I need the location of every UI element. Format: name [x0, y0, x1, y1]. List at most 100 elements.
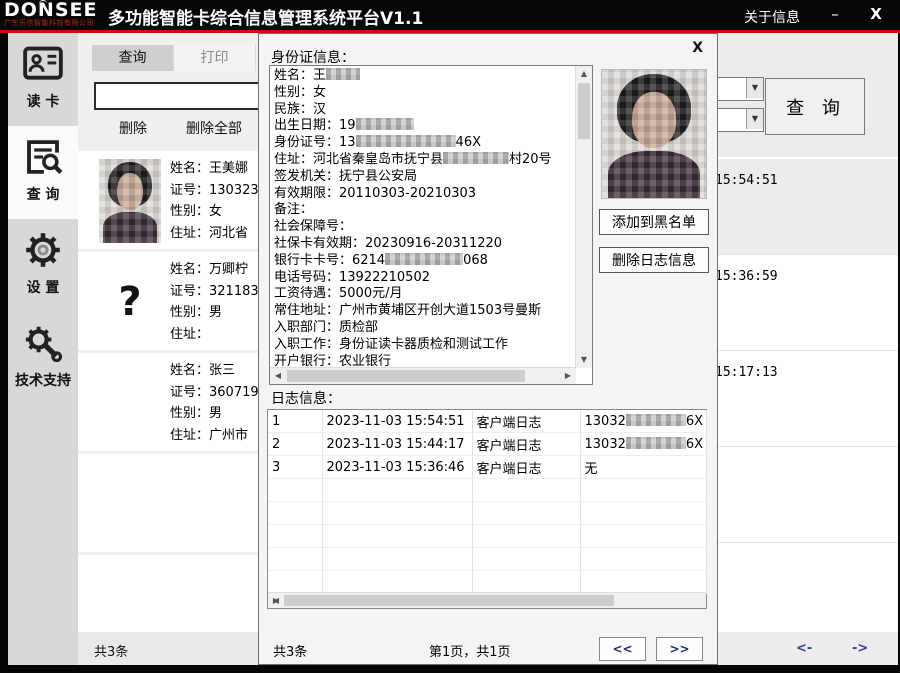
- prev-page-button[interactable]: <<: [599, 637, 646, 661]
- side-log-time: 15:54:51: [718, 173, 778, 188]
- about-menu-item[interactable]: 关于信息: [744, 7, 800, 27]
- no-photo-placeholder: ?: [99, 260, 161, 344]
- sidebar-item-2[interactable]: 设 置: [8, 219, 78, 312]
- prev-page-arrow-button[interactable]: <-: [790, 640, 818, 657]
- sidebar-item-3[interactable]: 技术支持: [8, 312, 78, 405]
- log-panel-footer: <- ->: [718, 632, 898, 665]
- record-field: 证号：130323: [170, 180, 258, 202]
- id-info-line: 常住地址：广州市黄埔区开创大道1503号曼斯: [274, 303, 574, 320]
- log-type: 客户端日志: [472, 410, 580, 433]
- dialog-footer: 共3条 第1页，共1页 << >>: [259, 634, 717, 664]
- log-table-row[interactable]: 2 2023-11-03 15:44:17 客户端日志 130326X: [268, 433, 706, 456]
- log-no: 3: [268, 456, 322, 479]
- scroll-right-icon[interactable]: ▶: [268, 593, 284, 609]
- masked-text: [626, 437, 686, 449]
- minimize-button[interactable]: –: [825, 5, 845, 23]
- masked-text: [443, 152, 509, 164]
- query-button[interactable]: 查 询: [765, 78, 865, 135]
- wifi-mark-icon: [38, 0, 48, 6]
- log-no: 2: [268, 433, 322, 456]
- scrollbar-thumb[interactable]: [287, 370, 525, 382]
- scroll-left-icon[interactable]: ◀: [270, 368, 286, 384]
- masked-text: [385, 253, 463, 265]
- sidebar-item-1[interactable]: 查 询: [8, 126, 78, 219]
- id-info-line: 签发机关：抚宁县公安局: [274, 169, 574, 186]
- record-photo: [99, 361, 161, 445]
- sidebar-nav: 读 卡 查 询 设 置 技术支持: [8, 33, 78, 665]
- log-card: 无: [580, 456, 706, 479]
- log-time: 2023-11-03 15:36:46: [322, 456, 472, 479]
- side-log-entry-2[interactable]: 15:17:13: [718, 351, 898, 447]
- log-type: 客户端日志: [472, 433, 580, 456]
- record-field: 住址：河北省: [170, 223, 258, 245]
- side-log-entry-1[interactable]: 15:36:59: [718, 255, 898, 351]
- next-page-arrow-button[interactable]: ->: [846, 640, 874, 657]
- id-info-line: 民族：汉: [274, 102, 574, 119]
- id-info-textbox[interactable]: 姓名：王性别：女民族：汉出生日期：19身份证号：1346X住址：河北省秦皇岛市抚…: [269, 65, 593, 385]
- id-info-line: 姓名：王: [274, 68, 574, 85]
- chevron-down-icon[interactable]: ▼: [746, 78, 763, 98]
- record-field: 性别：男: [170, 302, 258, 324]
- record-field: 证号：360719: [170, 382, 258, 404]
- log-type: 客户端日志: [472, 456, 580, 479]
- add-to-blacklist-button[interactable]: 添加到黑名单: [599, 209, 709, 235]
- log-card: 130326X: [580, 433, 706, 456]
- side-log-entry-empty: [718, 447, 898, 543]
- table-horizontal-scrollbar[interactable]: ◀ ▶: [268, 592, 706, 608]
- next-page-button[interactable]: >>: [656, 637, 703, 661]
- sidebar-item-label: 设 置: [8, 277, 78, 297]
- record-field: 住址：广州市: [170, 425, 258, 447]
- record-row-1[interactable]: ? 姓名：万卿柠证号：321183性别：男住址：: [78, 252, 258, 350]
- record-field: 住址：: [170, 324, 258, 346]
- chevron-down-icon[interactable]: ▼: [746, 109, 763, 129]
- id-info-line: 出生日期：19: [274, 118, 574, 135]
- tab-print[interactable]: 打印: [174, 45, 256, 71]
- delete-log-info-button[interactable]: 删除日志信息: [599, 247, 709, 273]
- record-field: 姓名：王美娜: [170, 158, 258, 180]
- sidebar-item-0[interactable]: 读 卡: [8, 33, 78, 126]
- horizontal-scrollbar[interactable]: ◀ ▶: [270, 367, 576, 384]
- app-logo: DONSEE 广东乐信智能科技有限公司: [4, 1, 104, 29]
- id-info-line: 备注：: [274, 202, 574, 219]
- id-info-line: 住址：河北省秦皇岛市抚宁县村20号: [274, 152, 574, 169]
- delete-button[interactable]: 删除: [108, 117, 158, 139]
- record-field: 证号：321183: [170, 281, 258, 303]
- list-footer: 共3条: [78, 632, 258, 665]
- log-table-row-empty: [268, 525, 706, 548]
- scrollbar-thumb[interactable]: [578, 83, 590, 139]
- scroll-up-icon[interactable]: ▲: [576, 66, 592, 82]
- id-info-line: 开户银行：农业银行: [274, 354, 574, 366]
- dialog-page-indicator: 第1页，共1页: [429, 641, 511, 660]
- record-row-2[interactable]: 姓名：张三证号：360719性别：男住址：广州市: [78, 353, 258, 451]
- vertical-scrollbar[interactable]: ▲ ▼: [575, 66, 592, 368]
- window-close-button[interactable]: X: [866, 5, 886, 23]
- id-card-icon: [20, 70, 66, 89]
- delete-all-button[interactable]: 删除全部: [174, 117, 254, 139]
- id-info-dialog: X 身份证信息： 姓名：王性别：女民族：汉出生日期：19身份证号：1346X住址…: [258, 33, 718, 665]
- log-table-row[interactable]: 3 2023-11-03 15:36:46 客户端日志 无: [268, 456, 706, 479]
- filter-combo-2[interactable]: ▼: [718, 108, 764, 132]
- search-input[interactable]: [94, 82, 258, 110]
- tab-query[interactable]: 查询: [92, 45, 174, 71]
- dialog-total-count: 共3条: [273, 641, 307, 660]
- record-row-empty: [78, 454, 258, 552]
- log-info-label: 日志信息：: [271, 388, 341, 408]
- support-wrench-icon: [20, 349, 66, 368]
- id-info-line: 社会保障号：: [274, 219, 574, 236]
- filter-combo-1[interactable]: ▼: [718, 77, 764, 101]
- id-photo: [601, 69, 707, 199]
- id-info-line: 有效期限：20110303-20210303: [274, 186, 574, 203]
- scrollbar-thumb[interactable]: [284, 595, 614, 606]
- log-table: 1 2023-11-03 15:54:51 客户端日志 130326X 2 20…: [267, 409, 707, 609]
- dialog-close-button[interactable]: X: [692, 40, 703, 56]
- scroll-down-icon[interactable]: ▼: [576, 352, 592, 368]
- window-title: 多功能智能卡综合信息管理系统平台V1.1: [108, 4, 423, 29]
- sidebar-item-label: 查 询: [8, 184, 78, 204]
- scroll-right-icon[interactable]: ▶: [560, 368, 576, 384]
- id-info-line: 性别：女: [274, 85, 574, 102]
- pixelated-portrait: [99, 159, 161, 243]
- log-table-row[interactable]: 1 2023-11-03 15:54:51 客户端日志 130326X: [268, 410, 706, 433]
- side-log-time: 15:17:13: [718, 365, 778, 380]
- record-row-0[interactable]: 姓名：王美娜证号：130323性别：女住址：河北省: [78, 151, 258, 249]
- side-log-entry-0[interactable]: 15:54:51: [718, 157, 898, 255]
